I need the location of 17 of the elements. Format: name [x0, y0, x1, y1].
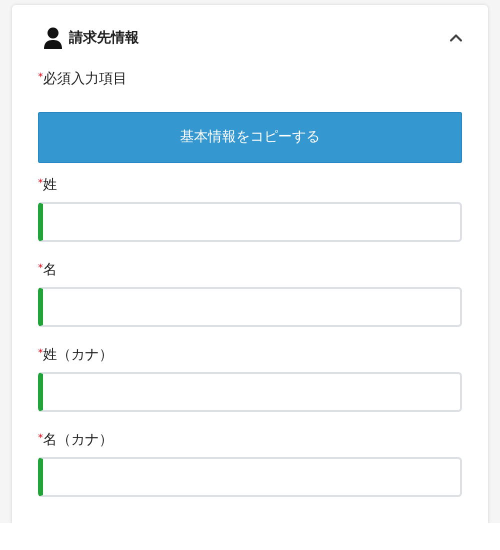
- required-mark: *: [38, 347, 43, 361]
- field-label: 名（カナ）: [43, 431, 113, 450]
- section-title: 請求先情報: [69, 28, 139, 48]
- field-label: 姓: [43, 176, 57, 195]
- required-mark: *: [38, 177, 43, 191]
- input-field[interactable]: [38, 202, 462, 242]
- input-field[interactable]: [38, 372, 462, 412]
- field-label: 名: [43, 261, 57, 280]
- field-label: 姓（カナ）: [43, 346, 113, 365]
- copy-button[interactable]: 基本情報をコピーする: [38, 112, 462, 163]
- required-mark: *: [38, 262, 43, 276]
- input-field[interactable]: [38, 287, 462, 327]
- required-mark: *: [38, 432, 43, 446]
- required-mark: *: [38, 71, 43, 85]
- required-note: 必須入力項目: [43, 70, 127, 89]
- person-icon: [43, 27, 63, 49]
- input-field[interactable]: [38, 457, 462, 497]
